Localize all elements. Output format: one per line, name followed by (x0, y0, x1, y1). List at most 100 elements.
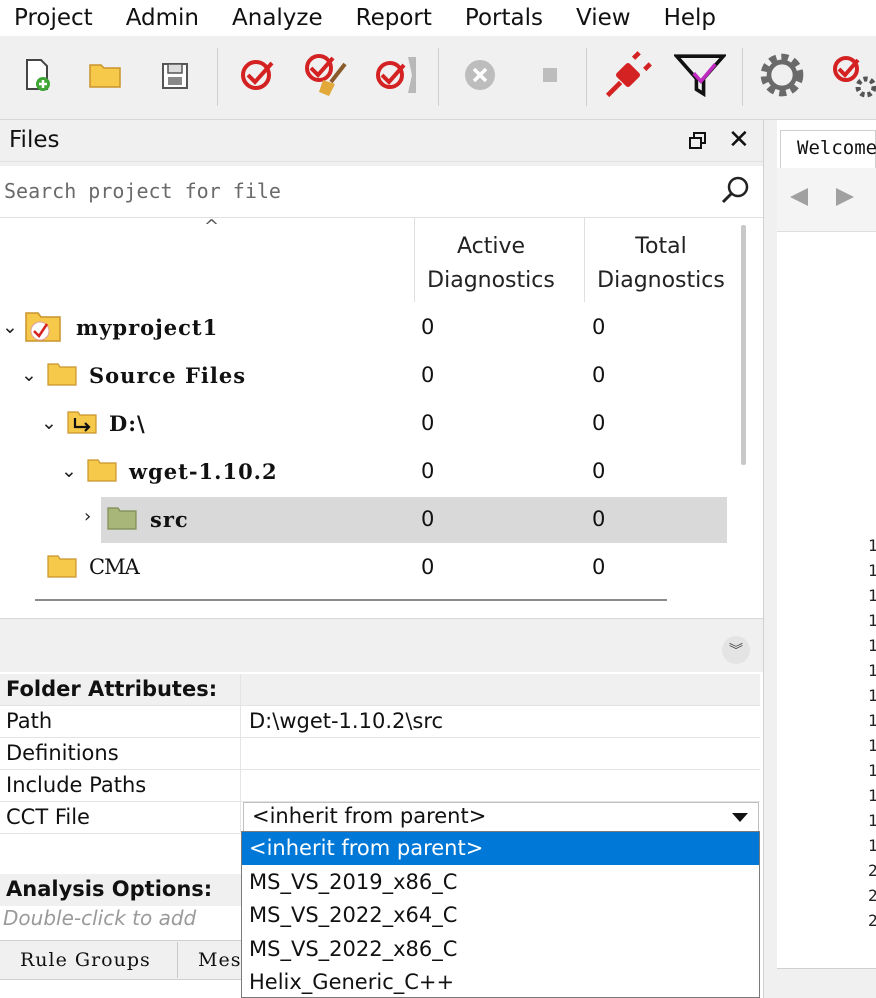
line-number: 1 (868, 736, 876, 755)
tree-label: D:\ (109, 411, 146, 436)
run-incremental-icon (376, 57, 416, 93)
tree-row-myproject1[interactable]: ⌄ myproject1 0 0 (0, 305, 740, 351)
chevron-down-icon[interactable]: ⌄ (41, 412, 57, 434)
folder-icon (87, 459, 117, 482)
file-search-input[interactable] (4, 176, 704, 206)
tree-row-src[interactable]: › src 0 0 (0, 497, 740, 543)
folder-icon (47, 555, 77, 578)
tab-welcome[interactable]: Welcome (780, 130, 876, 168)
cancel-icon (465, 60, 495, 90)
tree-label: wget-1.10.2 (129, 459, 278, 484)
settings-icon (760, 53, 804, 97)
pane-splitter[interactable] (763, 120, 777, 998)
active-diagnostics-cell: 0 (421, 555, 435, 579)
analysis-settings-button[interactable] (828, 48, 876, 102)
file-search-box (0, 166, 763, 218)
analysis-options-header: Analysis Options: (0, 874, 241, 906)
analysis-settings-icon (833, 56, 876, 98)
stop-button[interactable] (524, 48, 576, 102)
stop-icon (543, 68, 557, 82)
settings-button[interactable] (756, 48, 808, 102)
cct-file-select[interactable]: <inherit from parent> (243, 802, 759, 832)
total-diagnostics-cell: 0 (592, 315, 606, 339)
tree-row-cma[interactable]: CMA 0 0 (0, 545, 740, 591)
dropdown-option[interactable]: MS_VS_2022_x86_C (242, 933, 759, 966)
column-header-line: Diagnostics (597, 268, 725, 293)
attr-key: Include Paths (6, 773, 147, 797)
line-number: 1 (868, 786, 876, 805)
chevron-right-icon[interactable]: › (84, 506, 91, 527)
run-analysis-button[interactable] (232, 48, 284, 102)
menu-admin[interactable]: Admin (126, 5, 199, 31)
folder-attributes-header: Folder Attributes: (0, 674, 760, 706)
search-icon[interactable] (720, 174, 752, 206)
connect-button[interactable] (602, 48, 654, 102)
total-diagnostics-cell: 0 (592, 411, 606, 435)
menu-view[interactable]: View (576, 5, 631, 31)
section-title: Analysis Options: (6, 877, 213, 901)
line-number: 1 (868, 836, 876, 855)
close-icon[interactable]: ✕ (728, 126, 750, 154)
active-diagnostics-cell: 0 (421, 363, 435, 387)
clean-analysis-button[interactable] (300, 48, 352, 102)
new-file-button[interactable] (10, 48, 62, 102)
dropdown-option[interactable]: <inherit from parent> (242, 832, 759, 865)
folder-icon (107, 507, 137, 530)
column-header-line: Diagnostics (427, 268, 555, 293)
cancel-button[interactable] (454, 48, 506, 102)
double-chevron-down-icon[interactable]: ︾ (722, 636, 750, 664)
line-number: 1 (868, 711, 876, 730)
tree-row-wget[interactable]: ⌄ wget-1.10.2 0 0 (0, 449, 740, 495)
forward-arrow-icon[interactable] (836, 188, 854, 206)
chevron-down-icon[interactable]: ⌄ (2, 316, 18, 338)
folder-icon (47, 363, 77, 386)
chevron-down-icon[interactable]: ⌄ (61, 460, 77, 482)
tree-row-drive-d[interactable]: ⌄ D:\ 0 0 (0, 401, 740, 447)
sort-caret-icon[interactable]: ^ (204, 216, 219, 237)
attr-row-definitions[interactable]: Definitions (0, 738, 760, 770)
double-click-hint[interactable]: Double-click to add (3, 906, 241, 930)
line-number: 2 (868, 886, 876, 905)
column-divider (414, 218, 415, 302)
column-header-total-diagnostics[interactable]: Total Diagnostics (592, 230, 730, 298)
total-diagnostics-cell: 0 (592, 459, 606, 483)
back-arrow-icon[interactable] (790, 188, 808, 206)
menu-portals[interactable]: Portals (465, 5, 543, 31)
tree-horizontal-scrollbar[interactable] (35, 599, 667, 601)
menu-bar: Project Admin Analyze Report Portals Vie… (0, 0, 876, 36)
filter-button[interactable] (674, 48, 726, 102)
attr-row-path[interactable]: Path D:\wget-1.10.2\src (0, 706, 760, 738)
tree-vertical-scrollbar[interactable] (741, 225, 746, 465)
chevron-down-icon[interactable]: ⌄ (21, 364, 37, 386)
connect-icon (605, 51, 652, 98)
clean-analysis-icon (305, 54, 347, 96)
tab-separator (177, 942, 178, 978)
files-panel-title: Files (9, 127, 60, 153)
restore-window-icon[interactable] (688, 131, 708, 151)
editor-status-strip (777, 968, 876, 998)
dropdown-option[interactable]: MS_VS_2022_x64_C (242, 899, 759, 932)
open-folder-button[interactable] (79, 48, 131, 102)
run-incremental-button[interactable] (372, 48, 424, 102)
menu-project[interactable]: Project (14, 5, 93, 31)
line-number: 1 (868, 536, 876, 555)
attr-value: D:\wget-1.10.2\src (249, 709, 444, 733)
tab-messages[interactable]: Mes (198, 949, 241, 971)
dropdown-arrow-icon[interactable] (732, 813, 748, 822)
column-header-active-diagnostics[interactable]: Active Diagnostics (420, 230, 562, 298)
dropdown-option[interactable]: Helix_Generic_C++ (242, 966, 759, 998)
tree-row-source-files[interactable]: ⌄ Source Files 0 0 (0, 353, 740, 399)
attr-row-include-paths[interactable]: Include Paths (0, 770, 760, 802)
toolbar-separator (742, 48, 743, 106)
menu-analyze[interactable]: Analyze (232, 5, 323, 31)
tab-rule-groups[interactable]: Rule Groups (20, 949, 151, 971)
line-number: 1 (868, 661, 876, 680)
project-folder-icon (25, 312, 61, 342)
save-button[interactable] (150, 48, 202, 102)
line-number: 1 (868, 586, 876, 605)
new-file-icon (26, 59, 50, 91)
menu-report[interactable]: Report (356, 5, 432, 31)
dropdown-option[interactable]: MS_VS_2019_x86_C (242, 866, 759, 899)
active-diagnostics-cell: 0 (421, 315, 435, 339)
menu-help[interactable]: Help (664, 5, 716, 31)
